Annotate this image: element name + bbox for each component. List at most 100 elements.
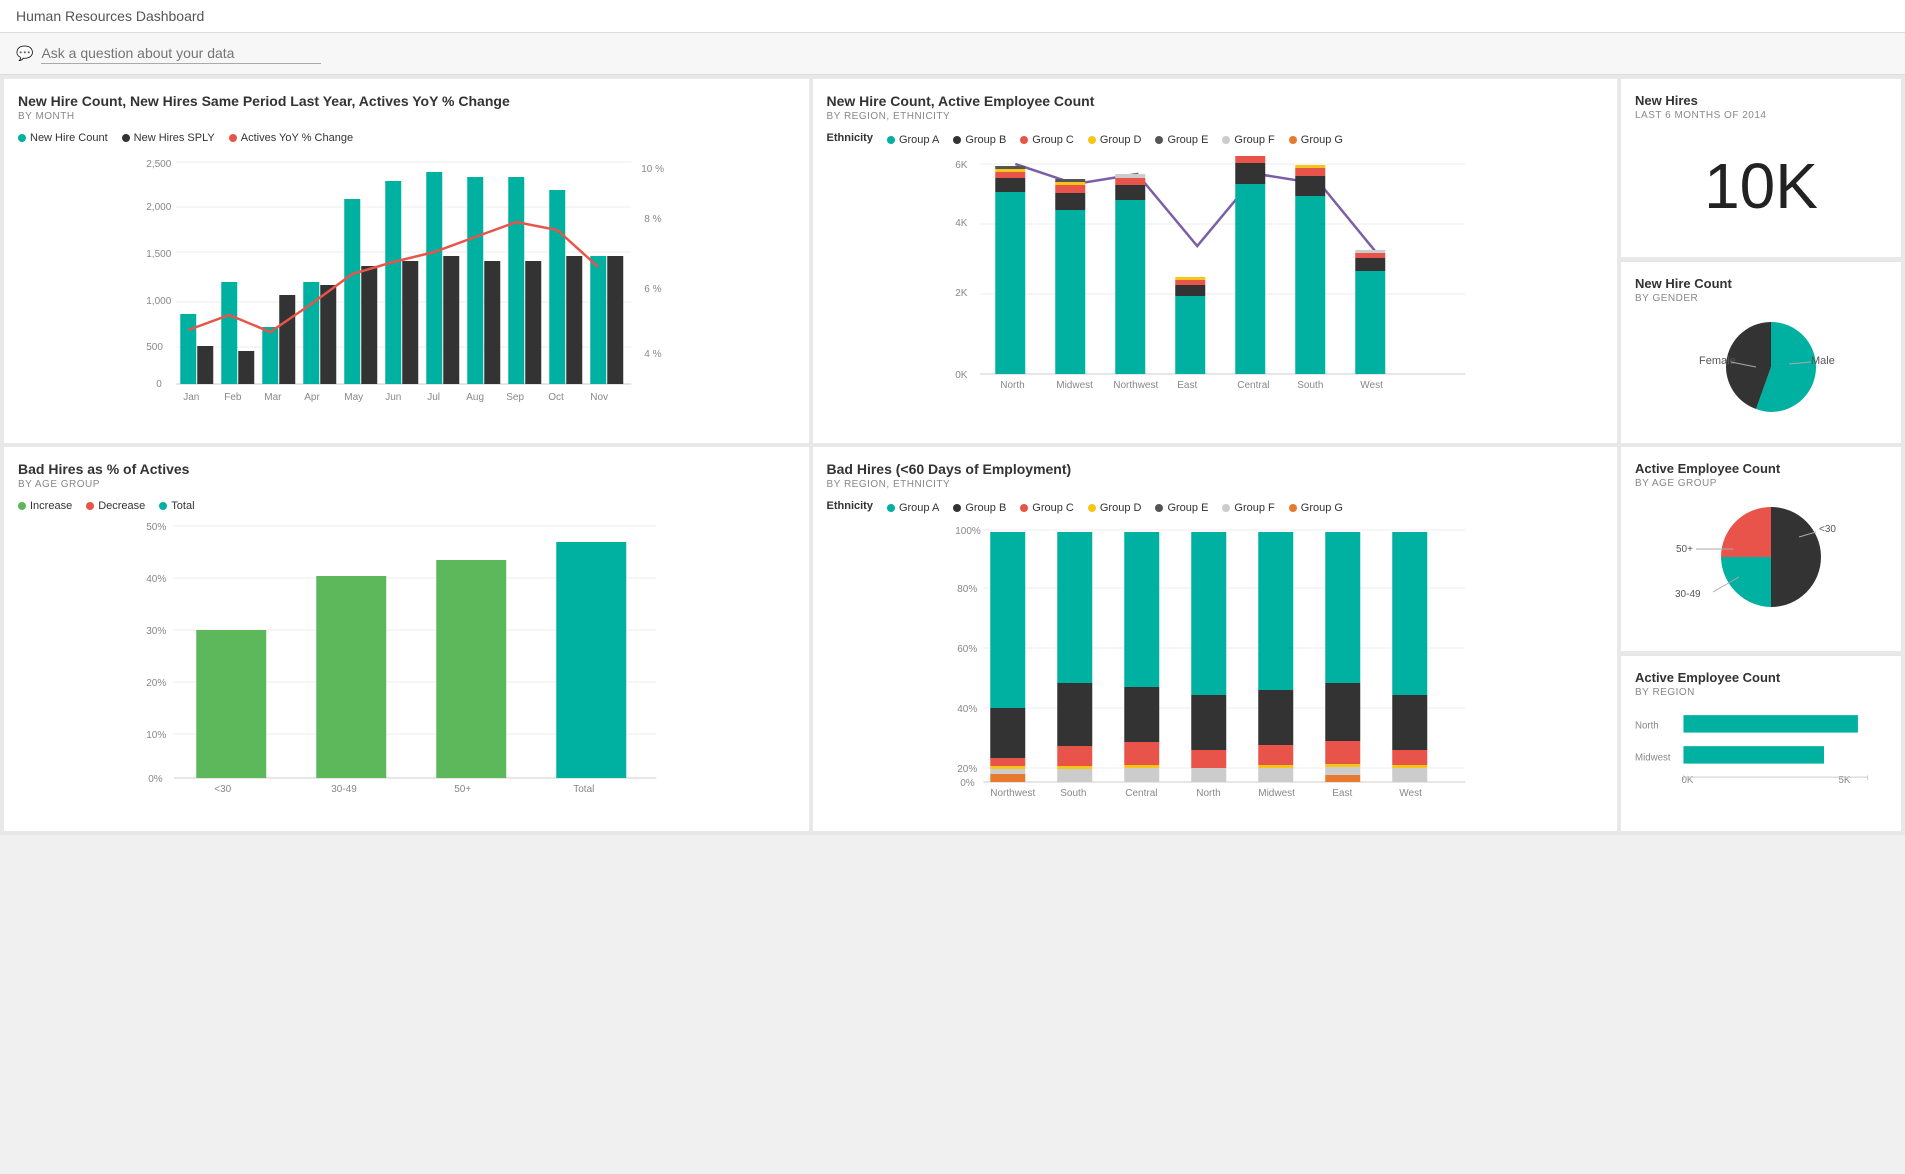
- legend-60-e: Group E: [1155, 502, 1208, 514]
- bar-sep-newhire: [508, 177, 524, 384]
- dot-increase: [18, 502, 26, 510]
- bar-w-a: [1392, 532, 1427, 695]
- bar-total: [556, 542, 626, 778]
- bar-jan-sply: [197, 346, 213, 384]
- label-decrease: Decrease: [98, 500, 145, 512]
- bar-west-c: [1355, 253, 1385, 258]
- bar-s-c: [1057, 746, 1092, 766]
- right-panels-top: New Hires LAST 6 MONTHS OF 2014 10K New …: [1621, 79, 1901, 443]
- x-total: Total: [573, 784, 594, 795]
- x-label-northwest: Northwest: [1113, 380, 1158, 391]
- bar-nw-d: [990, 766, 1025, 769]
- app-header: Human Resources Dashboard: [0, 0, 1905, 33]
- y-axis-label: 500: [146, 342, 163, 353]
- bar-central-c: [1235, 156, 1265, 163]
- dot-total: [159, 502, 167, 510]
- bar-west-a: [1355, 271, 1385, 374]
- y-label-2k: 2K: [955, 288, 968, 299]
- y-axis-right: 10 %: [641, 164, 664, 175]
- bar-nw-b: [990, 708, 1025, 758]
- legend-60-g: Group G: [1289, 502, 1343, 514]
- y-axis-right: 4 %: [644, 349, 661, 360]
- bar-jun-sply: [402, 261, 418, 384]
- legend-bad-hires-60: Ethnicity Group A Group B Group C Group …: [827, 500, 1604, 516]
- x-60-mw: Midwest: [1258, 788, 1295, 799]
- bar-mw-c: [1258, 745, 1293, 765]
- x-label-central: Central: [1237, 380, 1269, 391]
- y-10: 10%: [146, 730, 166, 741]
- x-label-oct: Oct: [548, 392, 564, 403]
- bar-nov-newhire: [590, 256, 606, 384]
- legend-group-g: Group G: [1289, 134, 1343, 146]
- bar-3049-increase2: [316, 638, 386, 778]
- bar-central-b: [1235, 163, 1265, 184]
- y-80: 80%: [957, 584, 977, 595]
- bar-n-b: [1191, 695, 1226, 750]
- bar-n-c: [1191, 750, 1226, 768]
- bar-south-a: [1295, 196, 1325, 374]
- label-3049: 30-49: [1675, 589, 1701, 600]
- x-label-apr: Apr: [304, 392, 320, 403]
- bar-north-region: [1683, 715, 1857, 732]
- legend-group-c: Group C: [1020, 134, 1074, 146]
- bar-east-c: [1175, 280, 1205, 285]
- legend-decrease: Decrease: [86, 500, 145, 512]
- bar-feb-newhire: [221, 282, 237, 384]
- bar-northwest-b: [1115, 185, 1145, 200]
- bar-mw-a: [1258, 532, 1293, 690]
- legend-group-b: Group B: [953, 134, 1006, 146]
- subtitle-age: BY AGE GROUP: [1635, 478, 1887, 489]
- bar-e-f: [1325, 767, 1360, 775]
- y-axis-label: 2,000: [146, 202, 171, 213]
- x-60-n: North: [1196, 788, 1220, 799]
- bar-midwest-e: [1055, 179, 1085, 182]
- x-60-c: Central: [1125, 788, 1157, 799]
- bar-e-b: [1325, 683, 1360, 741]
- bar-s-b: [1057, 683, 1092, 746]
- bar-nw-c: [990, 758, 1025, 766]
- panel-bad-hires-pct: Bad Hires as % of Actives BY AGE GROUP I…: [4, 447, 809, 831]
- panel-new-hire-region: New Hire Count, Active Employee Count BY…: [813, 79, 1618, 443]
- bar-nov-sply: [607, 256, 623, 384]
- x-label-east: East: [1177, 380, 1197, 391]
- qa-input[interactable]: [41, 43, 321, 64]
- legend-label-yoy: Actives YoY % Change: [241, 132, 353, 144]
- x-label-jul: Jul: [427, 392, 440, 403]
- value-10k: 10K: [1635, 129, 1887, 243]
- bar-c-d: [1124, 765, 1159, 768]
- subtitle-bad-hires-60: BY REGION, ETHNICITY: [827, 479, 1604, 490]
- bar-south-d: [1295, 165, 1325, 168]
- legend-60-b: Group B: [953, 502, 1006, 514]
- bar-s-d: [1057, 766, 1092, 769]
- x-3049: 30-49: [331, 784, 357, 795]
- label-total: Total: [171, 500, 194, 512]
- legend-increase: Increase: [18, 500, 72, 512]
- right-panels-bottom: Active Employee Count BY AGE GROUP 50+ 3…: [1621, 447, 1901, 831]
- x-lt30: <30: [214, 784, 231, 795]
- slice-lt30: [1721, 557, 1771, 607]
- label-increase: Increase: [30, 500, 72, 512]
- bar-n-a: [1191, 532, 1226, 695]
- bar-northwest-c: [1115, 178, 1145, 185]
- x-label-sep: Sep: [506, 392, 524, 403]
- panel-title-region: New Hire Count, Active Employee Count: [827, 93, 1604, 109]
- dashboard: New Hire Count, New Hires Same Period La…: [0, 75, 1905, 835]
- bar-north-c: [995, 172, 1025, 178]
- bar-w-b: [1392, 695, 1427, 750]
- bar-c-b: [1124, 687, 1159, 742]
- title-bad-hires-60: Bad Hires (<60 Days of Employment): [827, 461, 1604, 477]
- bar-may-sply: [361, 266, 377, 384]
- bar-midwest-b: [1055, 193, 1085, 210]
- subtitle-region-bar: BY REGION: [1635, 687, 1887, 698]
- bar-west-b: [1355, 258, 1385, 271]
- bar-nw-a: [990, 532, 1025, 708]
- app-title: Human Resources Dashboard: [16, 8, 204, 24]
- bar-e-g: [1325, 775, 1360, 782]
- x-label-mar: Mar: [264, 392, 282, 403]
- panel-new-hires-10k: New Hires LAST 6 MONTHS OF 2014 10K: [1621, 79, 1901, 257]
- legend-dot-dark: [122, 134, 130, 142]
- bar-midwest-c: [1055, 185, 1085, 193]
- legend-region: Ethnicity Group A Group B Group C Group …: [827, 132, 1604, 148]
- bar-e-c: [1325, 741, 1360, 764]
- bar-e-a: [1325, 532, 1360, 683]
